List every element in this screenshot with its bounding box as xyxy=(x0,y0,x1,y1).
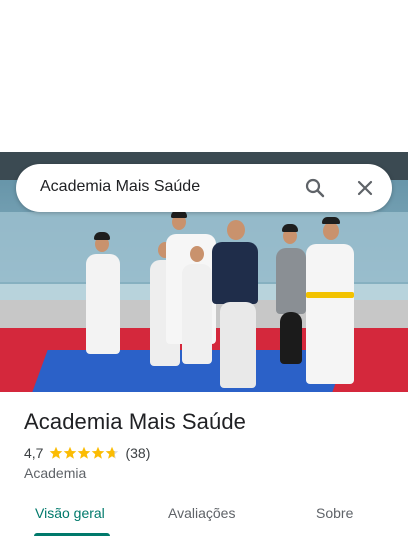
photo-person xyxy=(220,302,256,388)
place-category: Academia xyxy=(24,465,87,481)
photo-person xyxy=(276,248,306,314)
blank-area xyxy=(0,0,408,152)
photo-person-head xyxy=(227,220,245,240)
tab-about[interactable]: Sobre xyxy=(316,505,353,521)
rating-value: 4,7 xyxy=(24,445,44,461)
photo-person-hair xyxy=(322,217,340,224)
search-bar[interactable]: Academia Mais Saúde xyxy=(16,164,392,212)
search-icon[interactable] xyxy=(303,176,327,200)
star-icon xyxy=(78,446,91,459)
photo-person xyxy=(86,254,120,354)
photo-person xyxy=(212,242,258,304)
photo-person-hair xyxy=(282,224,298,232)
photo-person xyxy=(280,312,302,364)
rating-stars xyxy=(49,446,119,460)
star-icon xyxy=(64,446,77,459)
star-icon xyxy=(50,446,63,459)
search-query[interactable]: Academia Mais Saúde xyxy=(40,178,200,196)
photo-person-head xyxy=(323,222,339,240)
tab-overview[interactable]: Visão geral xyxy=(35,505,105,521)
rating-row[interactable]: 4,7 (38) xyxy=(24,444,150,462)
photo-person xyxy=(306,244,354,384)
photo-person-hair xyxy=(94,232,110,240)
star-icon xyxy=(106,446,119,459)
place-title: Academia Mais Saúde xyxy=(24,409,247,434)
active-tab-indicator xyxy=(34,533,110,536)
photo-person-belt xyxy=(306,292,354,298)
tab-reviews[interactable]: Avaliações xyxy=(168,505,235,521)
review-count[interactable]: (38) xyxy=(125,445,150,461)
photo-person xyxy=(182,264,212,364)
tab-bar: Visão geral Avaliações Sobre xyxy=(0,495,408,539)
photo-person-head xyxy=(190,246,204,262)
star-icon xyxy=(92,446,105,459)
close-icon[interactable] xyxy=(353,176,377,200)
